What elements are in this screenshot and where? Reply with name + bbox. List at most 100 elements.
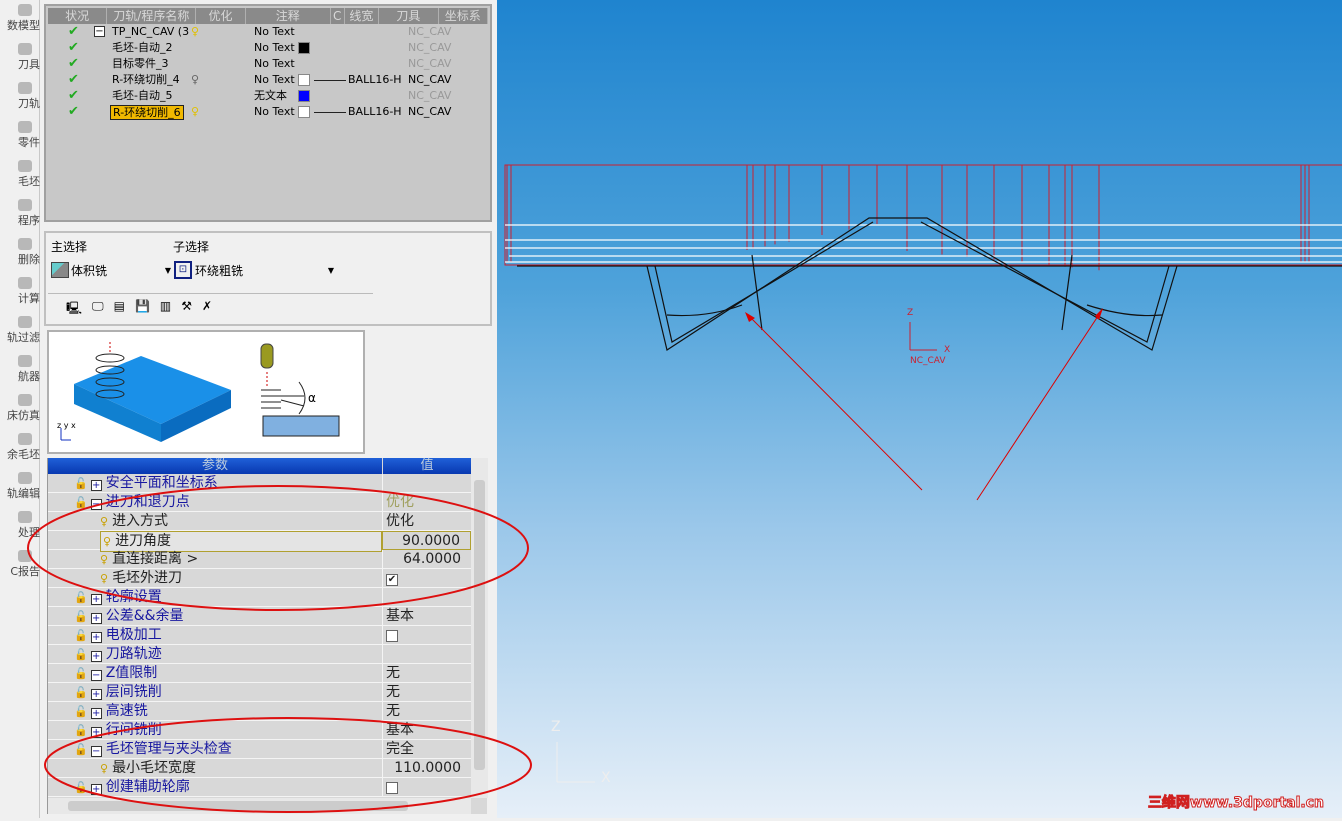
param-value[interactable]: 无 bbox=[386, 703, 400, 719]
expand-icon[interactable]: + bbox=[90, 784, 102, 795]
sidebar-item[interactable]: 毛坯 bbox=[0, 160, 40, 189]
param-name: 进刀角度 bbox=[115, 533, 172, 549]
tree-column-header[interactable]: 坐标系 bbox=[439, 8, 488, 24]
param-value[interactable]: 完全 bbox=[386, 741, 414, 757]
lightbulb-icon[interactable]: ♀ bbox=[191, 24, 199, 40]
param-row[interactable]: 🔓 − 毛坯管理与夹头检查 完全 bbox=[48, 740, 471, 759]
lock-icon: 🔓 bbox=[74, 477, 88, 490]
param-column-header[interactable]: 参数 bbox=[48, 458, 382, 474]
tree-row[interactable]: ✔ 毛坯-自动_5 无文本 NC_CAV bbox=[48, 88, 488, 104]
sidebar-item[interactable]: 余毛坯 bbox=[0, 433, 40, 462]
display-icon[interactable]: 🖳 bbox=[66, 299, 82, 320]
collapse-icon[interactable]: − bbox=[90, 746, 102, 757]
param-row[interactable]: ♀ 毛坯外进刀 ✔ bbox=[48, 569, 471, 588]
lightbulb-icon[interactable]: ♀ bbox=[191, 72, 199, 88]
collapse-icon[interactable]: − bbox=[90, 670, 102, 681]
param-value-input[interactable]: 90.0000 bbox=[402, 533, 460, 549]
lightbulb-icon[interactable]: ♀ bbox=[191, 104, 199, 120]
sidebar-item[interactable]: 航器 bbox=[0, 355, 40, 384]
expand-icon[interactable]: + bbox=[90, 689, 102, 700]
param-row[interactable]: 🔓 − Z值限制 无 bbox=[48, 664, 471, 683]
tree-column-header[interactable]: 优化 bbox=[196, 8, 246, 24]
param-row[interactable]: ♀直连接距离 >64.0000ƒ bbox=[48, 550, 481, 569]
checkbox[interactable] bbox=[386, 630, 398, 642]
sidebar-item[interactable]: C报告 bbox=[0, 550, 40, 579]
collapse-icon[interactable]: − bbox=[90, 499, 102, 510]
expand-icon[interactable]: + bbox=[90, 708, 102, 719]
expand-icon[interactable]: + bbox=[90, 480, 102, 491]
param-row[interactable]: 🔓 + 轮廓设置 bbox=[48, 588, 471, 607]
param-row[interactable]: 🔓 − 进刀和退刀点 优化 bbox=[48, 493, 471, 512]
expand-icon[interactable]: + bbox=[90, 594, 102, 605]
expand-icon[interactable]: + bbox=[90, 632, 102, 643]
sidebar-item[interactable]: 删除 bbox=[0, 238, 40, 267]
param-value[interactable]: 优化 bbox=[386, 513, 414, 529]
param-row[interactable]: 🔓 + 安全平面和坐标系 bbox=[48, 474, 471, 493]
sidebar-item[interactable]: 零件 bbox=[0, 121, 40, 150]
expand-icon[interactable]: + bbox=[90, 651, 102, 662]
color-swatch[interactable] bbox=[298, 74, 310, 86]
checkbox[interactable]: ✔ bbox=[386, 574, 398, 586]
color-swatch[interactable] bbox=[298, 90, 310, 102]
vertical-scrollbar[interactable] bbox=[471, 458, 488, 798]
export-icon[interactable]: 🖵 bbox=[92, 299, 104, 320]
param-value[interactable]: 基本 bbox=[386, 722, 414, 738]
sidebar-item[interactable]: 程序 bbox=[0, 199, 40, 228]
lock-icon: 🔓 bbox=[74, 705, 88, 718]
sidebar-item[interactable]: 处理 bbox=[0, 511, 40, 540]
sidebar-item[interactable]: 数模型 bbox=[0, 4, 40, 33]
sidebar-item[interactable]: 计算 bbox=[0, 277, 40, 306]
param-value[interactable]: 优化 bbox=[386, 494, 414, 510]
horizontal-scrollbar[interactable] bbox=[48, 798, 471, 814]
tree-column-header[interactable]: 状况 bbox=[48, 8, 108, 24]
tool-settings-icon[interactable]: ⚒ bbox=[181, 299, 192, 320]
param-value-input[interactable]: 64.0000 bbox=[403, 551, 461, 567]
collapse-icon[interactable]: − bbox=[94, 26, 105, 37]
sidebar-item[interactable]: 轨编辑 bbox=[0, 472, 40, 501]
sidebar-item[interactable]: 刀轨 bbox=[0, 82, 40, 111]
main-select-value: 体积铣 bbox=[71, 263, 108, 278]
param-row[interactable]: 🔓 + 层间铣削 无 bbox=[48, 683, 471, 702]
toolpath-name: 毛坯-自动_5 bbox=[112, 89, 173, 102]
tree-column-header[interactable]: 注释 bbox=[246, 8, 331, 24]
expand-icon[interactable]: + bbox=[90, 613, 102, 624]
param-row[interactable]: 🔓 + 刀路轨迹 bbox=[48, 645, 471, 664]
sidebar-item[interactable]: 刀具 bbox=[0, 43, 40, 72]
sidebar-item[interactable]: 床仿真 bbox=[0, 394, 40, 423]
param-row[interactable]: 🔓 + 创建辅助轮廓 bbox=[48, 778, 471, 797]
tree-row[interactable]: ✔ − TP_NC_CAV (3 ♀ No Text NC_CAV bbox=[48, 24, 488, 40]
param-row[interactable]: 🔓 + 公差&&余量 基本 bbox=[48, 607, 471, 626]
tree-column-header[interactable]: 刀具 bbox=[379, 8, 439, 24]
param-row[interactable]: 🔓 + 电极加工 bbox=[48, 626, 471, 645]
tree-column-header[interactable]: C bbox=[331, 8, 345, 24]
3d-viewport[interactable]: Z X NC_CAV Z X 三维网www.3dportal.cn bbox=[497, 0, 1342, 818]
value-column-header[interactable]: 值 bbox=[383, 458, 471, 474]
save-edit-icon[interactable]: 💾 bbox=[135, 299, 150, 320]
checkbox[interactable] bbox=[386, 782, 398, 794]
divider bbox=[48, 293, 373, 294]
tree-row[interactable]: ✔ R-环绕切削_6 ♀ No Text BALL16-H NC_CAV bbox=[48, 104, 488, 120]
param-row[interactable]: 🔓 + 高速铣 无 bbox=[48, 702, 471, 721]
expand-icon[interactable]: + bbox=[90, 727, 102, 738]
param-value-input[interactable]: 110.0000 bbox=[394, 760, 461, 776]
color-swatch[interactable] bbox=[298, 42, 310, 54]
tree-row[interactable]: ✔ R-环绕切削_4 ♀ No Text BALL16-H NC_CAV bbox=[48, 72, 488, 88]
param-value[interactable]: 基本 bbox=[386, 608, 414, 624]
param-row[interactable]: ♀ 进入方式 优化 bbox=[48, 512, 471, 531]
tree-column-header[interactable]: 刀轨/程序名称 bbox=[107, 8, 197, 24]
param-value[interactable]: 无 bbox=[386, 665, 400, 681]
param-value[interactable]: 无 bbox=[386, 684, 400, 700]
param-row[interactable]: ♀进刀角度90.0000ƒ bbox=[48, 531, 480, 552]
tree-row[interactable]: ✔ 目标零件_3 No Text NC_CAV bbox=[48, 56, 488, 72]
load-icon[interactable]: ▥ bbox=[160, 299, 171, 320]
color-swatch[interactable] bbox=[298, 106, 310, 118]
main-select-dropdown[interactable]: 体积铣 ▼ bbox=[51, 259, 171, 281]
tree-column-header[interactable]: 线宽 bbox=[345, 8, 380, 24]
param-row[interactable]: ♀最小毛坯宽度110.0000ƒ bbox=[48, 759, 481, 778]
table-icon[interactable]: ▤ bbox=[114, 299, 125, 320]
param-row[interactable]: 🔓 + 行间铣削 基本 bbox=[48, 721, 471, 740]
sidebar-item[interactable]: 轨过滤 bbox=[0, 316, 40, 345]
sub-select-dropdown[interactable]: ⊡ 环绕粗铣 ▼ bbox=[174, 259, 334, 281]
tree-row[interactable]: ✔ 毛坯-自动_2 No Text NC_CAV bbox=[48, 40, 488, 56]
delete-icon[interactable]: ✗ bbox=[202, 299, 212, 320]
